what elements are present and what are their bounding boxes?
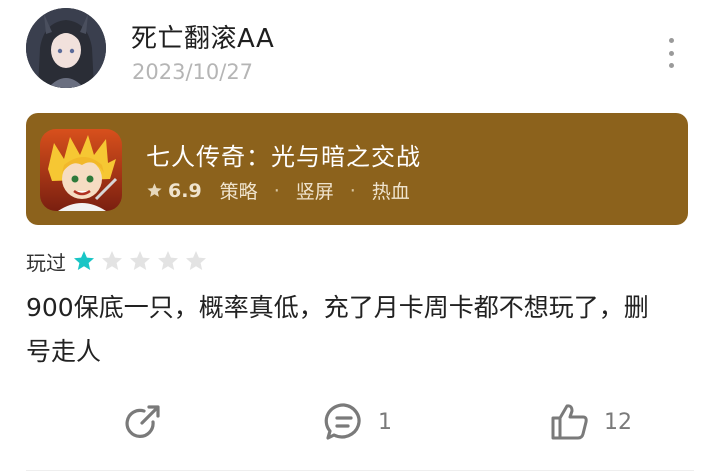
rating-label: 玩过 <box>26 250 66 275</box>
like-button[interactable]: 12 <box>548 396 632 448</box>
game-tag: 热血 <box>371 181 410 203</box>
comment-button[interactable]: 1 <box>322 396 392 448</box>
post-header: 死亡翻滚AA 2023/10/27 <box>26 8 696 96</box>
avatar[interactable] <box>26 8 106 88</box>
star-icon <box>147 183 162 197</box>
rating-stars <box>72 249 212 273</box>
tag-separator: · <box>273 179 280 202</box>
comment-icon <box>324 403 361 440</box>
share-icon <box>125 405 160 438</box>
game-card[interactable]: 七人传奇：光与暗之交战 6.9 策略 · 竖屏 · 热血 <box>26 113 688 225</box>
star-empty-icon <box>186 251 206 270</box>
tag-separator: · <box>349 179 356 202</box>
star-empty-icon <box>158 251 178 270</box>
thumbs-up-icon <box>551 404 588 440</box>
game-meta: 6.9 策略 · 竖屏 · 热血 <box>146 177 410 204</box>
game-tag: 策略 <box>219 181 258 203</box>
star-filled-icon <box>74 251 94 270</box>
game-icon <box>40 129 122 211</box>
action-bar: 1 12 <box>0 396 720 448</box>
rating-row: 玩过 <box>26 246 212 276</box>
user-name[interactable]: 死亡翻滚AA <box>131 18 274 55</box>
star-empty-icon <box>130 251 150 270</box>
share-button[interactable] <box>122 396 166 448</box>
game-tag: 竖屏 <box>295 181 334 203</box>
game-title[interactable]: 七人传奇：光与暗之交战 <box>146 137 421 172</box>
game-score: 6.9 <box>168 179 202 202</box>
star-empty-icon <box>102 251 122 270</box>
more-options-icon[interactable] <box>662 38 680 68</box>
review-text: 900保底一只，概率真低，充了月卡周卡都不想玩了，删号走人 <box>26 293 649 366</box>
divider <box>26 470 694 471</box>
comment-count: 1 <box>378 409 392 435</box>
post-date: 2023/10/27 <box>132 60 254 84</box>
like-count: 12 <box>604 409 632 435</box>
